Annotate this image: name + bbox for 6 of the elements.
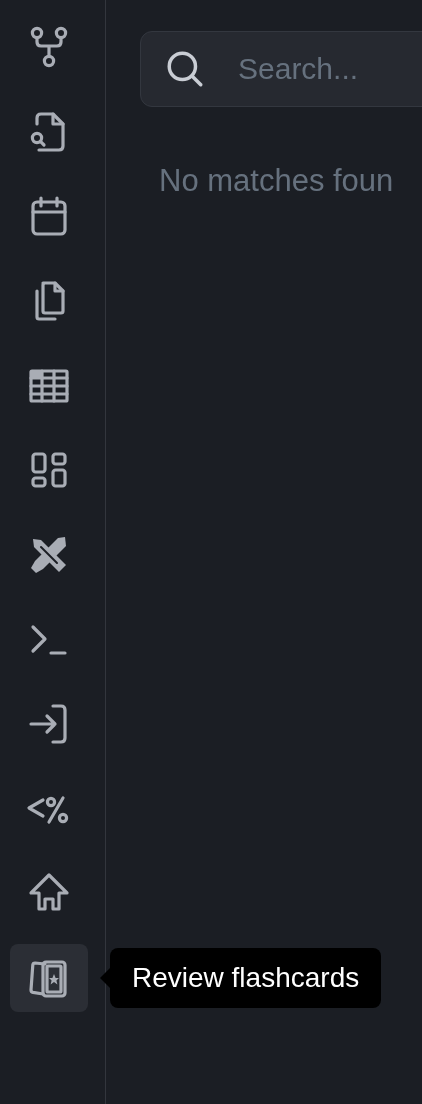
search-bar[interactable]: Search... [140,31,422,107]
tooltip-pointer [100,967,110,988]
empty-message: No matches foun [159,163,395,199]
tooltip: Review flashcards [110,947,382,1008]
search-field[interactable]: Search... [236,51,422,87]
sidebar-item[interactable] [10,943,88,1012]
